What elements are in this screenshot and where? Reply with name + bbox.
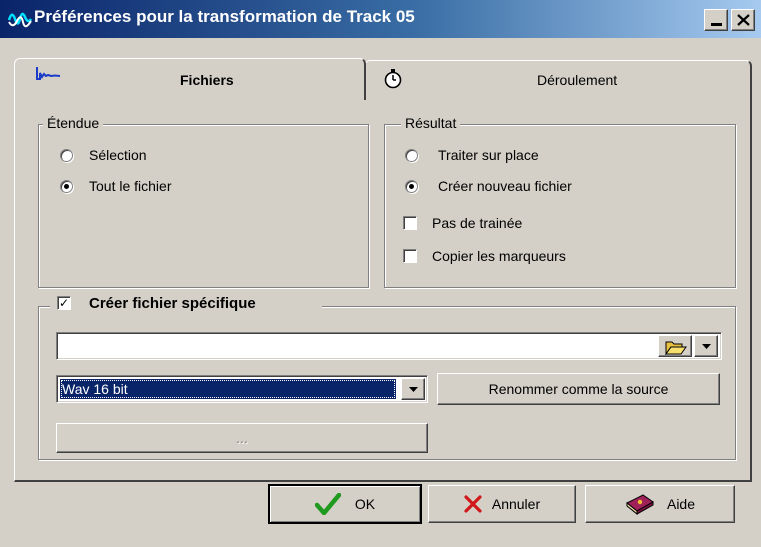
rename-as-source-label: Renommer comme la source — [488, 381, 669, 397]
minimize-icon — [711, 23, 722, 26]
tab-fichiers[interactable]: Fichiers — [14, 58, 366, 100]
checkbox-creer-fichier-specifique-label[interactable]: Créer fichier spécifique — [89, 295, 256, 312]
ellipsis-label: ... — [236, 430, 248, 446]
radio-traiter-sur-place-label[interactable]: Traiter sur place — [438, 147, 539, 163]
checkbox-copier-les-marqueurs-label[interactable]: Copier les marqueurs — [432, 248, 566, 264]
format-selected-highlight: Wav 16 bit — [60, 379, 396, 399]
checkmark-icon — [314, 493, 341, 515]
waveform-icon — [36, 67, 61, 80]
tab-fichiers-label: Fichiers — [180, 72, 234, 88]
browse-folder-button[interactable] — [658, 335, 692, 357]
tab-deroulement[interactable]: Déroulement — [364, 60, 752, 98]
radio-creer-nouveau-fichier[interactable] — [405, 180, 418, 193]
help-label: Aide — [666, 496, 696, 512]
help-button[interactable]: Aide — [585, 485, 735, 523]
radio-creer-nouveau-fichier-label[interactable]: Créer nouveau fichier — [438, 178, 572, 194]
checkbox-pas-de-trainee-label[interactable]: Pas de trainée — [432, 215, 522, 231]
chevron-down-icon — [702, 344, 711, 349]
minimize-button[interactable] — [704, 9, 728, 31]
radio-tout-le-fichier-label[interactable]: Tout le fichier — [89, 178, 171, 194]
resultat-legend: Résultat — [401, 115, 461, 131]
close-icon — [737, 14, 750, 26]
format-selected-value: Wav 16 bit — [62, 381, 128, 397]
tab-joint — [15, 95, 364, 98]
path-dropdown-button[interactable] — [694, 335, 718, 357]
cancel-button[interactable]: Annuler — [428, 485, 576, 523]
path-field[interactable] — [56, 332, 722, 360]
checkbox-creer-fichier-specifique[interactable]: ✓ — [57, 296, 71, 310]
rename-as-source-button[interactable]: Renommer comme la source — [437, 373, 720, 405]
format-select[interactable]: Wav 16 bit — [56, 375, 428, 403]
title-bar[interactable]: Préférences pour la transformation de Tr… — [0, 0, 761, 38]
close-button[interactable] — [731, 9, 755, 31]
tab-deroulement-label: Déroulement — [537, 72, 618, 88]
radio-traiter-sur-place[interactable] — [405, 149, 418, 162]
ok-label: OK — [354, 496, 376, 512]
cancel-label: Annuler — [491, 496, 541, 512]
radio-selection[interactable] — [60, 149, 73, 162]
help-book-icon — [626, 494, 654, 515]
clock-icon — [384, 69, 402, 89]
etendue-group — [38, 124, 369, 288]
app-waveform-icon — [8, 12, 32, 28]
cancel-x-icon — [464, 495, 482, 513]
chevron-down-icon — [409, 387, 418, 392]
window-title: Préférences pour la transformation de Tr… — [34, 7, 415, 26]
radio-tout-le-fichier[interactable] — [60, 180, 73, 193]
radio-selection-label[interactable]: Sélection — [89, 147, 147, 163]
open-folder-icon — [665, 341, 687, 355]
ellipsis-button[interactable]: ... — [56, 423, 428, 453]
format-dropdown-button[interactable] — [401, 378, 425, 400]
checkbox-pas-de-trainee[interactable] — [403, 216, 417, 230]
ok-button[interactable]: OK — [268, 484, 422, 524]
checkbox-copier-les-marqueurs[interactable] — [403, 249, 417, 263]
etendue-legend: Étendue — [43, 115, 104, 131]
